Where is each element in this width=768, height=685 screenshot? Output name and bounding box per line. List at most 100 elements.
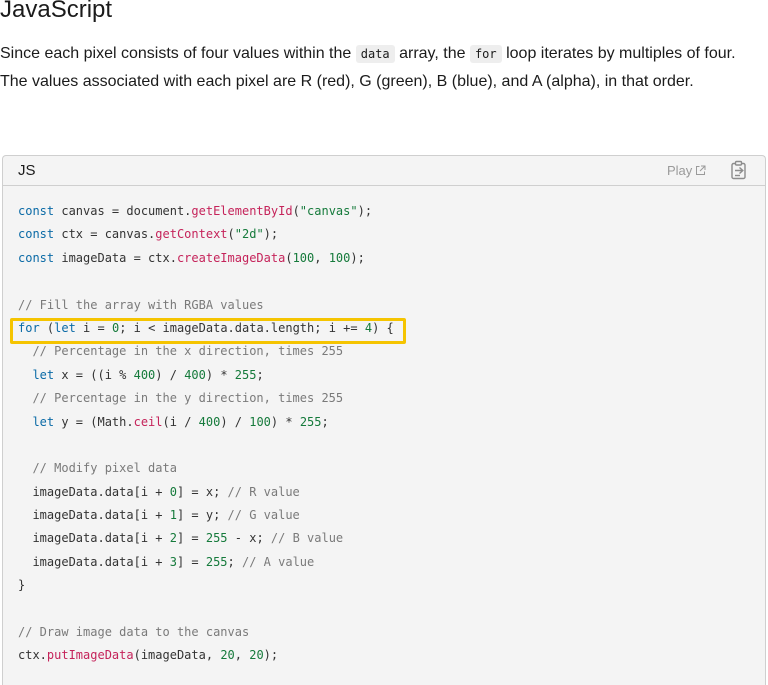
code-token: , (314, 250, 329, 265)
code-token: imageData.data[i + (18, 508, 170, 523)
code-line: let y = (Math.ceil(i / 400) / 100) * 255… (18, 411, 394, 434)
code-token: // Fill the array with RGBA values (18, 297, 264, 312)
code-token: 100 (328, 250, 351, 265)
play-label: Play (667, 163, 693, 178)
code-line: const ctx = canvas.getContext("2d"); (18, 223, 394, 246)
code-token: - x; (227, 531, 271, 546)
code-token: ; (256, 367, 264, 382)
code-token: // Modify pixel data (32, 461, 177, 476)
code-line: // Percentage in the y direction, times … (18, 387, 394, 410)
paragraph-text-1: Since each pixel consists of four values… (0, 45, 356, 62)
code-token: const (18, 204, 62, 218)
code-token: ); (263, 227, 279, 242)
code-token: // G value (227, 508, 300, 523)
code-token: 20 (249, 648, 264, 663)
inline-code-data: data (355, 45, 395, 63)
play-button[interactable]: Play (667, 163, 706, 178)
code-token: "canvas" (299, 204, 358, 218)
code-token: ctx. (18, 648, 47, 663)
code-token: imageData.data[i + (18, 554, 170, 569)
code-token: // Percentage in the y direction, times … (32, 391, 344, 406)
code-token: const (18, 250, 62, 265)
code-token: let (32, 367, 62, 382)
code-token: ) / (220, 414, 250, 429)
copy-code-button[interactable] (729, 160, 749, 180)
code-line: imageData.data[i + 0] = x; // R value (18, 481, 394, 504)
code-token: // R value (227, 484, 300, 499)
code-token: ] = (176, 531, 206, 546)
code-token: 3 (169, 554, 177, 569)
highlight-box (10, 318, 406, 344)
code-token: // A value (242, 554, 315, 569)
code-line: imageData.data[i + 3] = 255; // A value (18, 551, 394, 574)
code-example-box: JS Play const canvas = document.getEleme… (2, 155, 766, 685)
code-token: (i / (162, 414, 199, 429)
code-token: } (18, 578, 26, 593)
section-heading: JavaScript (0, 0, 113, 23)
code-token: ( (227, 227, 235, 242)
code-token: // Draw image data to the canvas (18, 625, 250, 640)
code-token: x = ((i % (61, 367, 134, 382)
code-header: JS Play (3, 156, 765, 186)
code-token: 255 (205, 531, 228, 546)
code-token: canvas = document. (61, 204, 192, 218)
code-token: 255 (299, 414, 322, 429)
code-token: 255 (234, 367, 257, 382)
code-token: "2d" (234, 227, 264, 242)
code-token: ); (350, 250, 365, 265)
code-token: imageData.data[i + (18, 531, 170, 546)
code-token: imageData.data[i + (18, 484, 170, 499)
code-token: imageData = ctx. (61, 250, 177, 265)
code-token: y = (Math. (61, 414, 134, 429)
code-line: imageData.data[i + 2] = 255 - x; // B va… (18, 527, 394, 550)
code-token: ) * (205, 367, 235, 382)
code-block: const canvas = document.getElementById("… (18, 200, 394, 668)
code-token: // Percentage in the x direction, times … (32, 344, 344, 359)
code-token: , (234, 648, 250, 663)
code-token: 0 (169, 484, 177, 499)
code-line: } (18, 574, 394, 597)
code-line: const canvas = document.getElementById("… (18, 200, 394, 223)
code-language-label: JS (18, 162, 36, 179)
code-token: ( (292, 204, 300, 218)
code-token: 1 (169, 508, 177, 523)
code-token: getContext (155, 227, 228, 242)
code-line: const imageData = ctx.createImageData(10… (18, 247, 394, 270)
code-token: 2 (169, 531, 177, 546)
code-token: getElementById (191, 204, 293, 218)
code-line: let x = ((i % 400) / 400) * 255; (18, 364, 394, 387)
code-token: ] = x; (176, 484, 228, 499)
code-token: ( (285, 250, 293, 265)
description-paragraph: Since each pixel consists of four values… (0, 40, 760, 96)
code-token: 400 (198, 414, 221, 429)
code-token: ) / (155, 367, 185, 382)
code-token: 100 (249, 414, 271, 429)
inline-code-for: for (469, 45, 502, 63)
code-token: 255 (205, 554, 228, 569)
code-token: ); (263, 648, 279, 663)
code-token: ] = y; (176, 508, 228, 523)
external-link-icon (696, 165, 706, 175)
code-token: 400 (184, 367, 206, 382)
code-line: // Modify pixel data (18, 457, 394, 480)
code-token: 400 (133, 367, 156, 382)
paragraph-text-2: array, the (394, 45, 470, 62)
code-token: ceil (133, 414, 163, 429)
code-token: putImageData (46, 648, 134, 663)
code-token: (imageData, (133, 648, 221, 663)
code-token: ctx = canvas. (61, 227, 156, 242)
code-token: // B value (270, 531, 344, 546)
code-token: 20 (220, 648, 235, 663)
code-token: createImageData (176, 250, 286, 265)
code-line: // Fill the array with RGBA values (18, 294, 394, 317)
code-line: // Draw image data to the canvas (18, 621, 394, 644)
code-line: imageData.data[i + 1] = y; // G value (18, 504, 394, 527)
